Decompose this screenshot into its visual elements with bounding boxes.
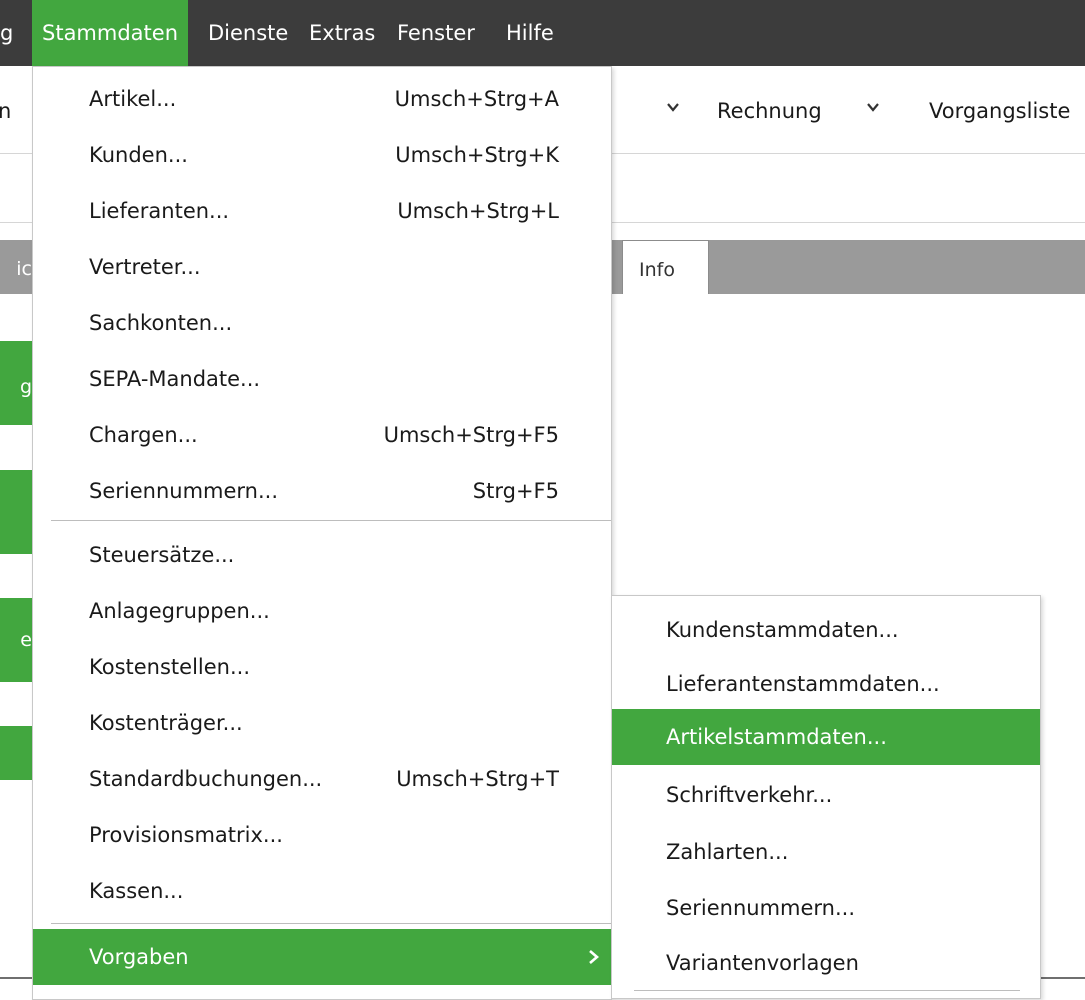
divider xyxy=(612,153,1085,154)
menu-item-sepa-mandate[interactable]: SEPA-Mandate... xyxy=(33,351,611,407)
menu-item-artikel[interactable]: Artikel... Umsch+Strg+A xyxy=(33,71,611,127)
menu-separator xyxy=(51,520,611,521)
divider xyxy=(0,153,32,154)
menu-item-vorgaben[interactable]: Vorgaben xyxy=(33,929,611,985)
menu-item-chargen[interactable]: Chargen... Umsch+Strg+F5 xyxy=(33,407,611,463)
menu-item-seriennummern[interactable]: Seriennummern... Strg+F5 xyxy=(33,463,611,519)
submenu-item-zahlarten[interactable]: Zahlarten... xyxy=(612,824,1040,880)
toolbar-vorgangsliste[interactable]: Vorgangsliste xyxy=(929,86,1070,136)
menu-item-kunden[interactable]: Kunden... Umsch+Strg+K xyxy=(33,127,611,183)
menu-item-sachkonten[interactable]: Sachkonten... xyxy=(33,295,611,351)
menu-item-label: Kassen... xyxy=(89,879,184,903)
menu-item-shortcut: Umsch+Strg+T xyxy=(396,767,559,791)
menu-item-label: Provisionsmatrix... xyxy=(89,823,283,847)
menubar: g Stammdaten Dienste Extras Fenster Hilf… xyxy=(0,0,1085,66)
vorgaben-submenu: Kundenstammdaten... Lieferantenstammdate… xyxy=(611,595,1041,999)
chevron-down-icon[interactable] xyxy=(866,100,880,114)
menu-partial-left[interactable]: g xyxy=(0,0,13,66)
menu-item-shortcut: Strg+F5 xyxy=(472,479,559,503)
menu-item-shortcut: Umsch+Strg+K xyxy=(395,143,559,167)
side-button[interactable]: g xyxy=(0,341,32,425)
submenu-item-label: Zahlarten... xyxy=(666,840,789,864)
submenu-item-lieferantenstammdaten[interactable]: Lieferantenstammdaten... xyxy=(612,656,1040,712)
submenu-item-seriennummern[interactable]: Seriennummern... xyxy=(612,880,1040,936)
toolbar-rechnung[interactable]: Rechnung xyxy=(717,86,822,136)
menu-item-lieferanten[interactable]: Lieferanten... Umsch+Strg+L xyxy=(33,183,611,239)
tab-info[interactable]: Info xyxy=(622,240,709,294)
menu-item-vertreter[interactable]: Vertreter... xyxy=(33,239,611,295)
menu-item-label: Vorgaben xyxy=(89,945,189,969)
toolbar-partial-left: n xyxy=(0,99,12,123)
menu-item-standardbuchungen[interactable]: Standardbuchungen... Umsch+Strg+T xyxy=(33,751,611,807)
menu-item-label: Vertreter... xyxy=(89,255,201,279)
side-button[interactable]: e xyxy=(0,598,32,682)
submenu-item-label: Seriennummern... xyxy=(666,896,855,920)
menu-item-label: Kostenstellen... xyxy=(89,655,250,679)
menu-item-anlagegruppen[interactable]: Anlagegruppen... xyxy=(33,583,611,639)
submenu-item-schriftverkehr[interactable]: Schriftverkehr... xyxy=(612,767,1040,823)
divider xyxy=(0,977,32,979)
menu-item-label: Sachkonten... xyxy=(89,311,233,335)
menu-dienste[interactable]: Dienste xyxy=(208,0,288,66)
menu-item-steuersaetze[interactable]: Steuersätze... xyxy=(33,527,611,583)
menu-stammdaten[interactable]: Stammdaten xyxy=(32,0,189,66)
menu-item-label: Seriennummern... xyxy=(89,479,278,503)
chevron-down-icon[interactable] xyxy=(666,100,680,114)
menu-item-label: Kostenträger... xyxy=(89,711,243,735)
submenu-item-label: Artikelstammdaten... xyxy=(666,725,887,749)
menu-item-kassen[interactable]: Kassen... xyxy=(33,863,611,919)
side-button[interactable] xyxy=(0,470,32,554)
menu-item-label: SEPA-Mandate... xyxy=(89,367,261,391)
chevron-right-icon xyxy=(589,950,599,964)
submenu-item-label: Kundenstammdaten... xyxy=(666,618,899,642)
tab-partial-left[interactable]: ic xyxy=(0,240,32,294)
submenu-item-label: Lieferantenstammdaten... xyxy=(666,672,940,696)
menu-separator xyxy=(634,990,1020,991)
submenu-item-label: Schriftverkehr... xyxy=(666,783,833,807)
divider xyxy=(1041,977,1085,979)
menu-item-label: Chargen... xyxy=(89,423,198,447)
submenu-item-variantenvorlagen[interactable]: Variantenvorlagen xyxy=(612,935,1040,991)
menu-item-label: Standardbuchungen... xyxy=(89,767,323,791)
menu-item-label: Anlagegruppen... xyxy=(89,599,270,623)
menu-item-label: Steuersätze... xyxy=(89,543,235,567)
submenu-item-label: Variantenvorlagen xyxy=(666,951,859,975)
divider xyxy=(0,222,32,223)
submenu-item-kundenstammdaten[interactable]: Kundenstammdaten... xyxy=(612,602,1040,658)
menu-item-label: Artikel... xyxy=(89,87,177,111)
menu-item-label: Kunden... xyxy=(89,143,188,167)
menu-hilfe[interactable]: Hilfe xyxy=(506,0,554,66)
menu-item-shortcut: Umsch+Strg+A xyxy=(394,87,559,111)
menu-item-shortcut: Umsch+Strg+F5 xyxy=(383,423,559,447)
divider xyxy=(612,222,1085,223)
menu-extras[interactable]: Extras xyxy=(309,0,375,66)
menu-separator xyxy=(51,923,611,924)
menu-item-label: Lieferanten... xyxy=(89,199,230,223)
menu-item-shortcut: Umsch+Strg+L xyxy=(397,199,559,223)
menu-item-provisionsmatrix[interactable]: Provisionsmatrix... xyxy=(33,807,611,863)
menu-item-kostentraeger[interactable]: Kostenträger... xyxy=(33,695,611,751)
side-button[interactable] xyxy=(0,726,32,780)
stammdaten-dropdown: Artikel... Umsch+Strg+A Kunden... Umsch+… xyxy=(32,66,612,1000)
menu-item-kostenstellen[interactable]: Kostenstellen... xyxy=(33,639,611,695)
submenu-item-artikelstammdaten[interactable]: Artikelstammdaten... xyxy=(612,709,1040,765)
menu-fenster[interactable]: Fenster xyxy=(397,0,475,66)
